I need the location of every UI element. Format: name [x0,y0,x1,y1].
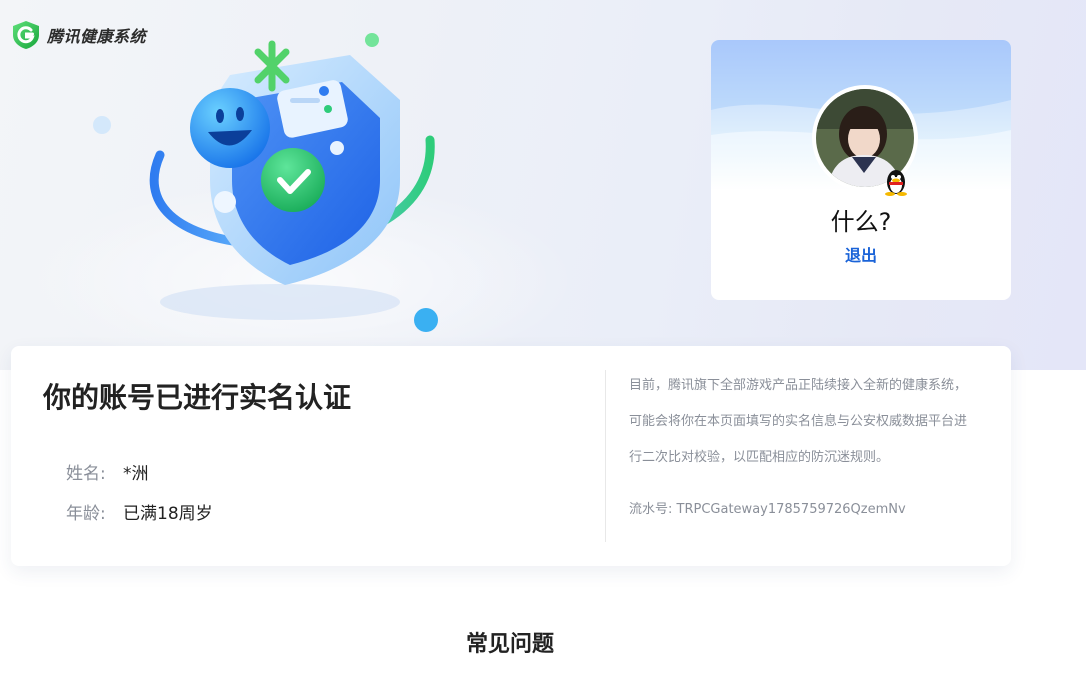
health-system-notice: 目前，腾讯旗下全部游戏产品正陆续接入全新的健康系统，可能会将你在本页面填写的实名… [629,378,968,465]
logout-link[interactable]: 退出 [711,242,1011,266]
serial-label: 流水号: [629,502,673,517]
faq-title: 常见问题 [465,632,554,657]
name-label: 姓名: [66,464,106,484]
age-label: 年龄: [66,504,106,524]
name-row: 姓名: *洲 [66,459,149,484]
age-value: 已满18周岁 [123,504,213,524]
shield-illustration [93,33,438,332]
user-nickname: 什么? [830,208,892,236]
card-divider [605,370,606,542]
serial-value: TRPCGateway1785759726QzemNv [676,502,906,517]
profile-card: 什么? 退出 [711,40,1011,300]
age-row: 年龄: 已满18周岁 [66,499,213,524]
shield-logo-icon [13,21,39,49]
verification-card: 你的账号已进行实名认证 姓名: *洲 年龄: 已满18周岁 目前，腾讯旗下全部游… [11,346,1011,566]
serial-number: 流水号: TRPCGateway1785759726QzemNv [629,498,906,517]
verification-title: 你的账号已进行实名认证 [43,381,352,414]
name-value: *洲 [123,464,149,484]
qq-penguin-icon [885,170,907,196]
